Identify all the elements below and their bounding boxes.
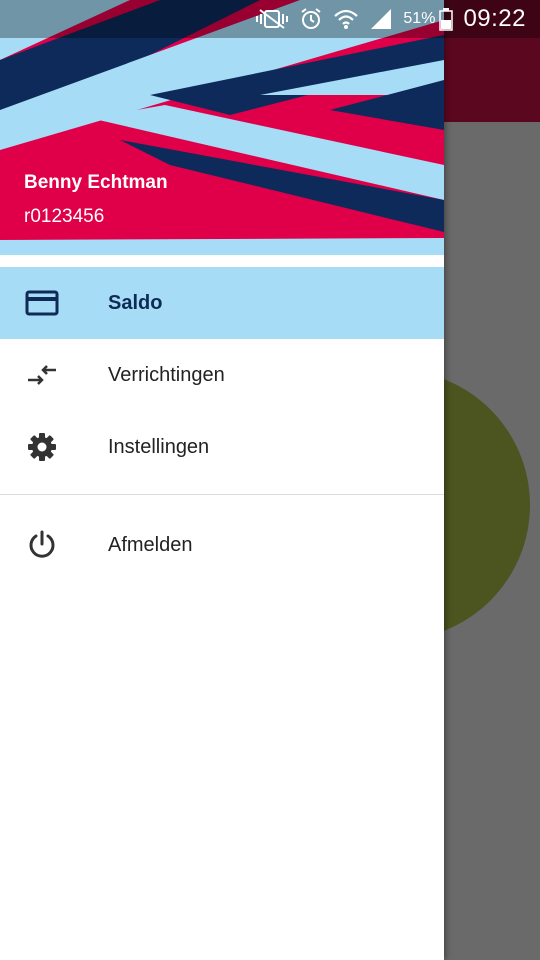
menu-divider (0, 494, 444, 495)
menu-item-label: Verrichtingen (108, 363, 225, 386)
menu-item-verrichtingen[interactable]: Verrichtingen (0, 339, 444, 411)
status-bar: 51% 09:22 (0, 0, 540, 38)
drawer-header: Benny Echtman r0123456 (0, 0, 444, 255)
menu-item-saldo[interactable]: Saldo (0, 267, 444, 339)
user-id: r0123456 (24, 206, 105, 227)
menu-item-label: Saldo (108, 291, 163, 314)
power-icon (24, 527, 60, 563)
clock: 09:22 (463, 5, 526, 32)
vibrate-mute-icon (255, 8, 289, 30)
menu-item-afmelden[interactable]: Afmelden (0, 509, 444, 581)
gear-icon (24, 429, 60, 465)
wifi-icon (333, 8, 359, 30)
signal-icon (369, 8, 393, 30)
menu-item-label: Instellingen (108, 435, 210, 458)
alarm-icon (299, 7, 323, 31)
battery-icon (439, 7, 454, 31)
transactions-icon (24, 357, 60, 393)
battery-percent: 51% (403, 10, 436, 27)
menu-item-instellingen[interactable]: Instellingen (0, 411, 444, 483)
menu-item-label: Afmelden (108, 533, 193, 556)
credit-card-icon (24, 285, 60, 321)
navigation-drawer: Benny Echtman r0123456 Saldo Verrichting… (0, 0, 444, 960)
user-name: Benny Echtman (24, 172, 168, 193)
